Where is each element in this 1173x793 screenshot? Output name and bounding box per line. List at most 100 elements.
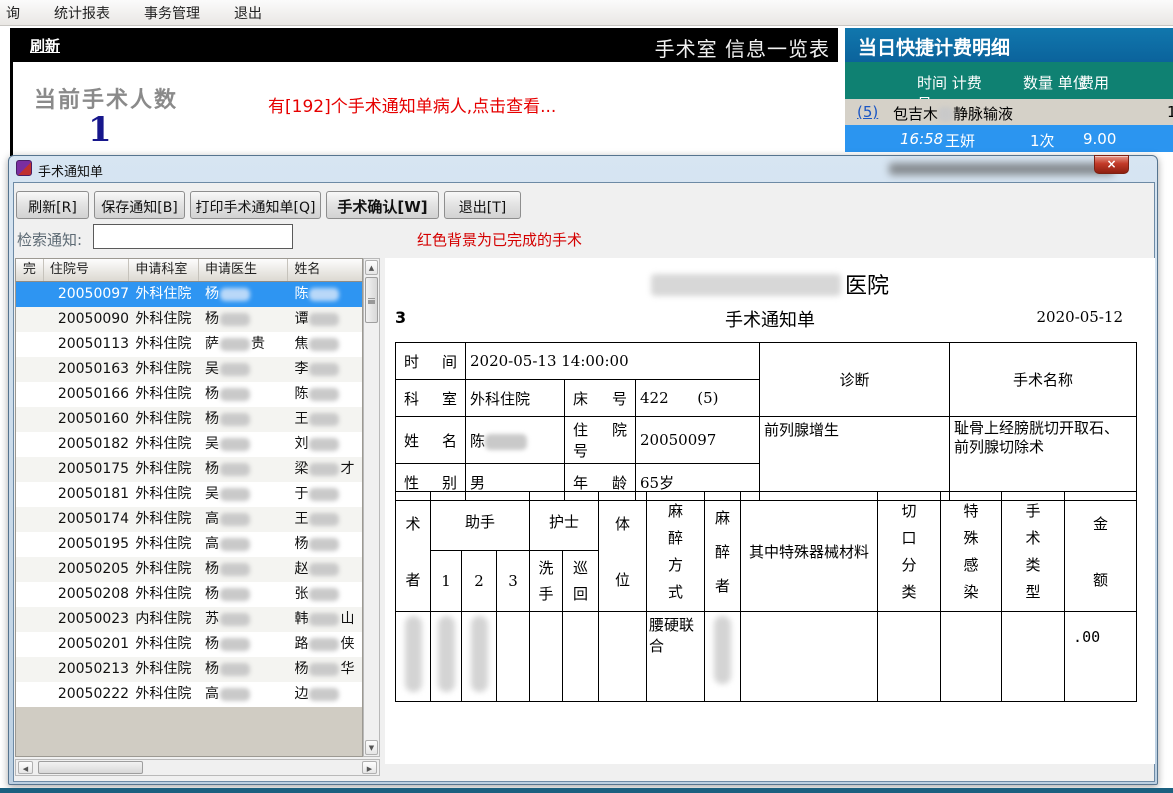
request-dept-cell: 外科住院 — [129, 482, 199, 507]
scroll-down-icon[interactable]: ▼ — [365, 740, 378, 755]
list-item[interactable]: 20050113 外科住院 萨贵 焦 — [16, 332, 362, 357]
billing-item-count-link[interactable]: (5) — [857, 103, 878, 121]
done-cell — [16, 307, 44, 332]
patient-name-cell: 边 — [288, 682, 362, 707]
refresh-button[interactable]: 刷新[R] — [16, 191, 89, 219]
menu-item-reports[interactable]: 统计报表 — [50, 1, 114, 25]
admission-id-cell: 20050097 — [44, 282, 130, 307]
list-item[interactable]: 20050195 外科住院 高 杨 — [16, 532, 362, 557]
screen-bottom-strip — [0, 788, 1173, 793]
patient-name-value: 陈 — [466, 417, 565, 464]
col-done[interactable]: 完 — [16, 259, 44, 281]
col-request-doctor[interactable]: 申请医生 — [199, 259, 288, 281]
patient-name-cell: 路侠 — [288, 632, 362, 657]
confirm-surgery-button[interactable]: 手术确认[W] — [326, 191, 439, 219]
surgery-name-value: 耻骨上经膀胱切开取石、前列腺切除术 — [950, 417, 1137, 501]
save-notice-button[interactable]: 保存通知[B] — [94, 191, 185, 219]
menu-item-query[interactable]: 询 — [2, 1, 24, 25]
list-item[interactable]: 20050201 外科住院 杨 路侠 — [16, 632, 362, 657]
dialog-client-area: 刷新[R] 保存通知[B] 打印手术通知单[Q] 手术确认[W] 退出[T] 检… — [13, 182, 1155, 782]
request-doctor-cell: 吴 — [199, 357, 288, 382]
hospital-name-redacted — [651, 274, 841, 296]
dialog-title-redacted-text — [889, 163, 1114, 175]
list-item[interactable]: 20050205 外科住院 杨 赵 — [16, 557, 362, 582]
list-vertical-scrollbar[interactable]: ▲ ▼ — [363, 258, 380, 757]
list-horizontal-scrollbar[interactable]: ◀ ▶ — [15, 759, 380, 776]
vertical-scroll-thumb[interactable] — [365, 277, 378, 323]
billing-detail-row[interactable]: 16:58 王妍 1次 9.00 — [845, 125, 1173, 152]
anesthetist-header: 麻醉者 — [705, 492, 741, 612]
main-refresh-link[interactable]: 刷新 — [30, 35, 60, 56]
col-request-dept[interactable]: 申请科室 — [129, 259, 199, 281]
surgery-notice-count-link[interactable]: 有[192]个手术通知单病人,点击查看... — [268, 92, 556, 117]
exit-button[interactable]: 退出[T] — [444, 191, 521, 219]
done-cell — [16, 407, 44, 432]
patient-name-cell: 陈 — [288, 382, 362, 407]
surgery-type-header: 手术类型 — [1002, 492, 1065, 612]
patient-name-cell: 于 — [288, 482, 362, 507]
done-cell — [16, 457, 44, 482]
col-patient-name[interactable]: 姓名 — [288, 259, 362, 281]
bed-value: 422 (5) — [636, 380, 760, 417]
search-notice-input[interactable] — [93, 224, 293, 249]
scroll-up-icon[interactable]: ▲ — [365, 260, 378, 275]
patient-name-cell: 李 — [288, 357, 362, 382]
admission-id-cell: 20050208 — [44, 582, 130, 607]
assistant-3-value — [497, 612, 530, 702]
close-icon[interactable]: × — [1094, 155, 1129, 174]
list-item[interactable]: 20050160 外科住院 杨 王 — [16, 407, 362, 432]
request-doctor-cell: 杨 — [199, 407, 288, 432]
horizontal-scroll-thumb[interactable] — [38, 761, 143, 774]
list-item[interactable]: 20050182 外科住院 吴 刘 — [16, 432, 362, 457]
request-dept-cell: 外科住院 — [129, 457, 199, 482]
list-item[interactable]: 20050174 外科住院 高 王 — [16, 507, 362, 532]
circulating-nurse-value — [563, 612, 599, 702]
surgery-name-label: 手术名称 — [950, 343, 1137, 417]
list-item[interactable]: 20050181 外科住院 吴 于 — [16, 482, 362, 507]
admission-value: 20050097 — [636, 417, 760, 464]
list-item[interactable]: 20050208 外科住院 杨 张 — [16, 582, 362, 607]
list-item[interactable]: 20050090 外科住院 杨 谭 — [16, 307, 362, 332]
main-header-bar: 刷新 手术室 信息一览表 — [10, 28, 838, 62]
done-cell — [16, 607, 44, 632]
list-item[interactable]: 20050097 外科住院 杨 陈 — [16, 282, 362, 307]
billing-item-clipped-fee: 1 — [1167, 103, 1173, 121]
menu-item-affairs[interactable]: 事务管理 — [140, 1, 204, 25]
bed-label: 床 号 — [565, 380, 636, 417]
list-item[interactable]: 20050222 外科住院 高 边 — [16, 682, 362, 707]
assistant-2-header: 2 — [462, 551, 497, 612]
done-cell — [16, 332, 44, 357]
scroll-right-icon[interactable]: ▶ — [362, 761, 377, 774]
list-item[interactable]: 20050175 外科住院 杨 梁才 — [16, 457, 362, 482]
admission-id-cell: 20050160 — [44, 407, 130, 432]
patient-info-table: 时 间 2020-05-13 14:00:00 诊断 手术名称 科 室 外科住院… — [395, 342, 1137, 501]
request-doctor-cell: 高 — [199, 532, 288, 557]
hospital-name: 医院 — [385, 268, 1155, 300]
dialog-titlebar[interactable]: 手术通知单 × — [9, 156, 1157, 182]
incision-class-header: 切口分类 — [878, 492, 941, 612]
list-item[interactable]: 20050166 外科住院 杨 陈 — [16, 382, 362, 407]
request-doctor-cell: 杨 — [199, 582, 288, 607]
staff-table: 术者 助手 护士 体位 麻醉方式 麻醉者 其中特殊器械材料 切口分类 特殊感染 … — [395, 491, 1137, 702]
position-header: 体位 — [599, 492, 647, 612]
circulating-nurse-header: 巡回 — [563, 551, 599, 612]
list-item[interactable]: 20050213 外科住院 杨 杨华 — [16, 657, 362, 682]
done-cell — [16, 657, 44, 682]
menu-item-exit[interactable]: 退出 — [230, 1, 266, 25]
list-item[interactable]: 20050023 内科住院 苏 韩山 — [16, 607, 362, 632]
menu-bar: 询 统计报表 事务管理 退出 — [0, 0, 1173, 26]
dept-value: 外科住院 — [466, 380, 565, 417]
operator-header: 术者 — [396, 492, 431, 612]
billing-item-row[interactable]: (5) 包吉木静脉输液 1 — [845, 99, 1173, 125]
scroll-left-icon[interactable]: ◀ — [18, 761, 33, 774]
print-notice-button[interactable]: 打印手术通知单[Q] — [190, 191, 321, 219]
request-dept-cell: 外科住院 — [129, 682, 199, 707]
done-cell — [16, 557, 44, 582]
list-item[interactable]: 20050163 外科住院 吴 李 — [16, 357, 362, 382]
request-dept-cell: 外科住院 — [129, 632, 199, 657]
special-infection-header: 特殊感染 — [941, 492, 1002, 612]
billing-qty: 1次 — [1030, 130, 1055, 151]
col-admission-id[interactable]: 住院号 — [44, 259, 130, 281]
request-doctor-cell: 吴 — [199, 432, 288, 457]
dialog-title: 手术通知单 — [38, 161, 103, 180]
